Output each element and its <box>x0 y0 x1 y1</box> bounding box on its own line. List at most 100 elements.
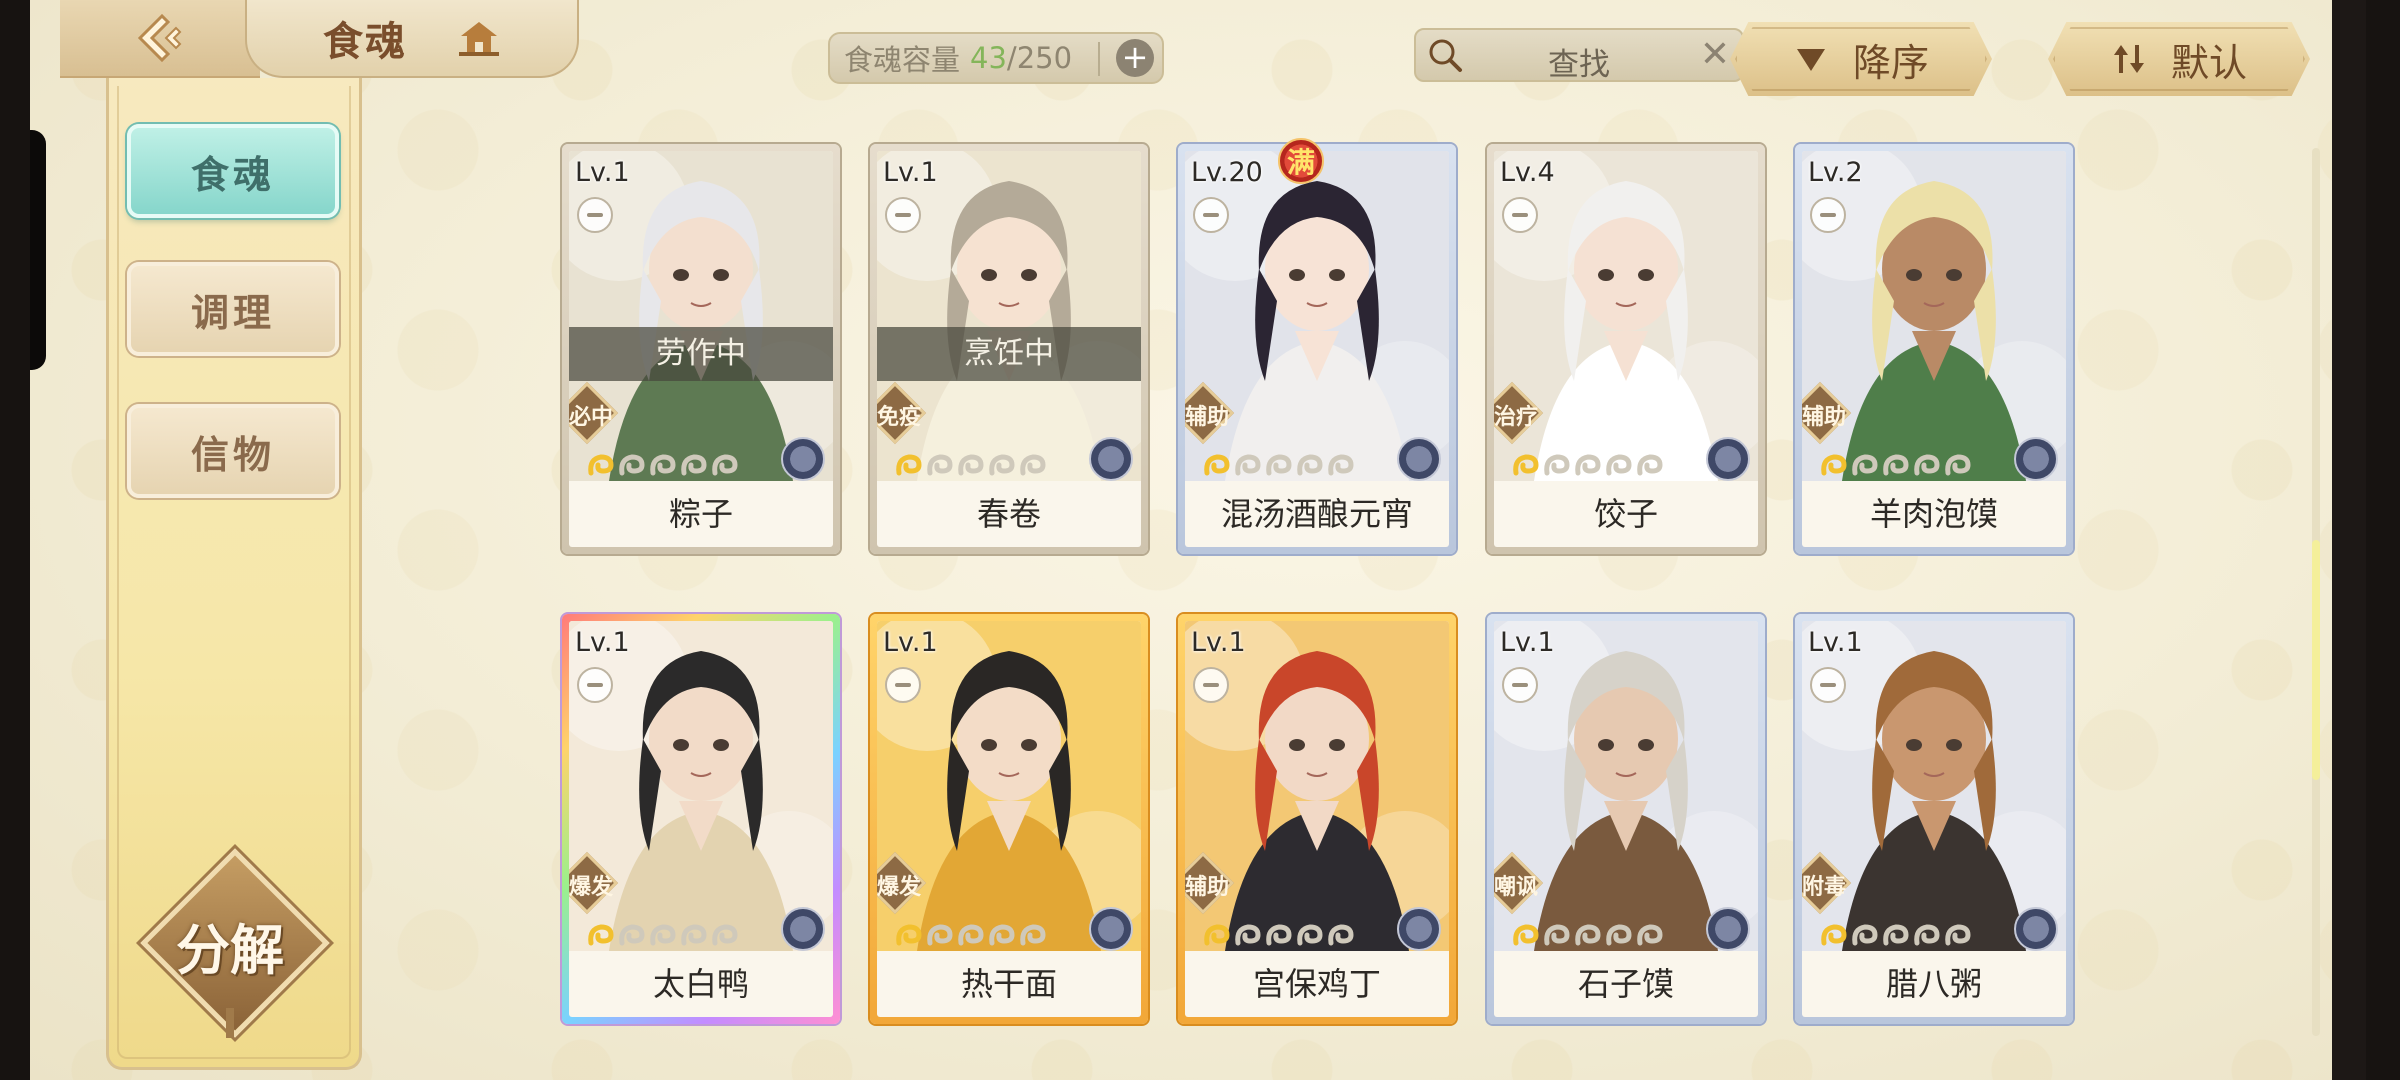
food-soul-card[interactable]: Lv.1 烹饪中 免疫 春卷 <box>870 144 1148 554</box>
sidebar-item-label: 食魂 <box>190 151 275 197</box>
star-empty-icon <box>1852 924 1878 946</box>
scrollbar-thumb[interactable] <box>2312 540 2320 780</box>
food-soul-card[interactable]: Lv.2 辅助羊肉泡馍 <box>1795 144 2073 554</box>
star-lit-icon <box>1513 924 1539 946</box>
card-inner: Lv.1 劳作中 必中 粽子 <box>569 151 833 547</box>
home-icon[interactable] <box>457 16 501 60</box>
food-soul-card[interactable]: Lv.1 附毒 腊八粥 <box>1795 614 2073 1024</box>
role-label: 爆发 <box>569 875 613 900</box>
food-soul-card[interactable]: Lv.1 爆发 太白鸭 <box>562 614 840 1024</box>
max-level-badge: 满 <box>1278 138 1324 184</box>
decompose-button[interactable]: 分解 <box>140 848 330 1038</box>
card-name: 宫保鸡丁 <box>1252 965 1381 1003</box>
sort-order-button[interactable]: 降序 <box>1730 22 1992 96</box>
search-label: 查找 <box>1548 47 1610 83</box>
card-level: Lv.1 <box>1500 627 1555 658</box>
sidebar-item-tokens[interactable]: 信物 <box>127 404 339 498</box>
star-lit-icon <box>1513 454 1539 476</box>
role-label: 爆发 <box>877 875 921 900</box>
device-notch <box>30 130 46 370</box>
food-soul-card[interactable]: Lv.1 辅助宫保鸡丁 <box>1178 614 1456 1024</box>
star-rating <box>1203 443 1355 477</box>
role-label: 辅助 <box>1185 405 1229 430</box>
sort-default-button[interactable]: 默认 <box>2048 22 2310 96</box>
bowl-icon <box>1502 197 1538 233</box>
card-inner: Lv.1 爆发 太白鸭 <box>569 621 833 1017</box>
card-name: 春卷 <box>976 495 1041 533</box>
sidebar-item-label: 信物 <box>190 431 275 477</box>
clear-search-icon[interactable]: ✕ <box>1700 34 1730 75</box>
flower-emblem-icon <box>1706 907 1750 951</box>
sidebar-item-conditioning[interactable]: 调理 <box>127 262 339 356</box>
bowl-icon <box>885 197 921 233</box>
card-level: Lv.4 <box>1500 157 1555 188</box>
star-rating <box>1820 443 1972 477</box>
star-rating <box>895 443 1047 477</box>
triangle-down-icon <box>1796 49 1825 71</box>
food-soul-card[interactable]: Lv.4 治疗 饺子 <box>1487 144 1765 554</box>
star-empty-icon <box>1328 924 1354 946</box>
back-button[interactable] <box>60 0 260 78</box>
star-empty-icon <box>1544 924 1570 946</box>
star-empty-icon <box>712 924 738 946</box>
card-inner: Lv.1 嘲讽石子馍 <box>1494 621 1758 1017</box>
food-soul-card[interactable]: Lv.1 劳作中 必中 粽子 <box>562 144 840 554</box>
card-level: Lv.1 <box>575 157 630 188</box>
star-empty-icon <box>712 454 738 476</box>
card-name: 腊八粥 <box>1885 965 1982 1003</box>
add-capacity-button[interactable]: + <box>1116 39 1154 77</box>
star-empty-icon <box>958 454 984 476</box>
card-inner: Lv.1 附毒 腊八粥 <box>1802 621 2066 1017</box>
card-name: 石子馍 <box>1577 965 1674 1003</box>
search-box[interactable]: 查找 ✕ <box>1414 28 1744 83</box>
star-empty-icon <box>1297 924 1323 946</box>
bowl-icon <box>1502 667 1538 703</box>
card-level: Lv.1 <box>883 627 938 658</box>
star-empty-icon <box>927 454 953 476</box>
bowl-icon <box>1810 197 1846 233</box>
bowl-icon <box>1810 667 1846 703</box>
flower-emblem-icon <box>1706 437 1750 481</box>
role-badge: 辅助 <box>1185 851 1235 915</box>
star-empty-icon <box>1020 454 1046 476</box>
star-rating <box>1820 913 1972 947</box>
flower-emblem-icon <box>2014 907 2058 951</box>
star-lit-icon <box>588 454 614 476</box>
star-empty-icon <box>1945 924 1971 946</box>
screen-edge <box>2332 0 2366 1080</box>
card-level: Lv.2 <box>1808 157 1863 188</box>
star-empty-icon <box>1266 454 1292 476</box>
role-label: 辅助 <box>1802 405 1846 430</box>
sort-default-label: 默认 <box>2170 40 2247 85</box>
decompose-tassel <box>226 1008 234 1038</box>
star-empty-icon <box>1328 454 1354 476</box>
star-empty-icon <box>1914 454 1940 476</box>
card-level: Lv.1 <box>1191 627 1246 658</box>
card-inner: Lv.2 辅助羊肉泡馍 <box>1802 151 2066 547</box>
sidebar-item-food-souls[interactable]: 食魂 <box>127 124 339 218</box>
star-empty-icon <box>1914 924 1940 946</box>
card-level: Lv.1 <box>575 627 630 658</box>
star-empty-icon <box>958 924 984 946</box>
star-rating <box>1512 443 1664 477</box>
star-rating <box>1203 913 1355 947</box>
card-name: 粽子 <box>668 495 733 533</box>
star-empty-icon <box>989 924 1015 946</box>
card-inner: Lv.1 辅助宫保鸡丁 <box>1185 621 1449 1017</box>
card-name: 饺子 <box>1593 495 1658 533</box>
card-name: 羊肉泡馍 <box>1869 495 1998 533</box>
food-soul-card[interactable]: Lv.20 辅助 混汤酒酿元宵 满 <box>1178 138 1456 554</box>
star-empty-icon <box>619 924 645 946</box>
star-lit-icon <box>588 924 614 946</box>
role-label: 嘲讽 <box>1494 875 1538 900</box>
star-empty-icon <box>650 454 676 476</box>
star-empty-icon <box>1637 924 1663 946</box>
food-soul-card[interactable]: Lv.1 爆发 热干面 <box>870 614 1148 1024</box>
star-empty-icon <box>1883 454 1909 476</box>
food-soul-card[interactable]: Lv.1 嘲讽石子馍 <box>1487 614 1765 1024</box>
card-inner: Lv.1 烹饪中 免疫 春卷 <box>877 151 1141 547</box>
star-empty-icon <box>681 924 707 946</box>
flower-emblem-icon <box>781 437 825 481</box>
card-name: 混汤酒酿元宵 <box>1220 495 1413 533</box>
star-lit-icon <box>1821 924 1847 946</box>
